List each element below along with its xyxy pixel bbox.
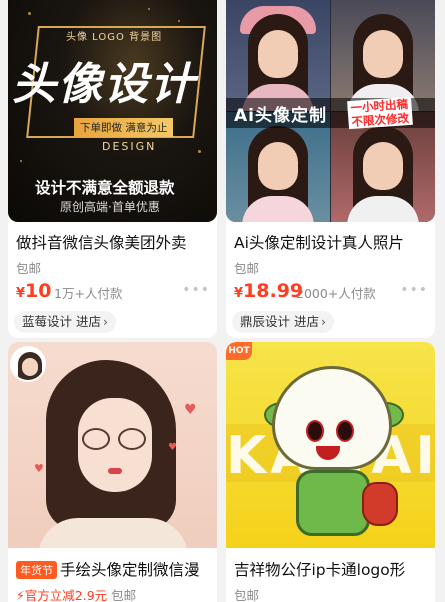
product-title[interactable]: 做抖音微信头像美团外卖: [16, 231, 216, 253]
promo-tag: 年货节: [16, 561, 57, 579]
image-badge: 下单即做 满意为止: [74, 118, 174, 137]
product-title[interactable]: Ai头像定制设计真人照片: [234, 231, 434, 253]
shop-link[interactable]: 蓝莓设计 进店 ›: [14, 311, 116, 333]
product-title[interactable]: 吉祥物公仔ip卡通logo形: [234, 558, 434, 580]
product-card[interactable]: KAWAIG HOT 吉祥物公仔ip卡通logo形 包邮: [226, 342, 435, 602]
product-image[interactable]: Ai头像定制 一小时出稿 不限次修改: [226, 0, 435, 222]
product-image[interactable]: 头像 LOGO 背景图 头像设计 下单即做 满意为止 DESIGN 设计不满意全…: [8, 0, 217, 222]
discount-line: ⚡官方立减2.9元 包邮: [16, 588, 137, 602]
more-dots-icon[interactable]: •••: [182, 282, 210, 298]
image-design-word: DESIGN: [102, 140, 157, 153]
product-image[interactable]: ♥ ♥ ♥: [8, 342, 217, 548]
product-title[interactable]: 手绘头像定制微信漫: [60, 558, 216, 580]
hot-badge: HOT: [226, 342, 252, 360]
image-subtagline: 原创高端·首单优惠: [60, 200, 160, 214]
price-row: ¥18.99 2000+人付款 •••: [234, 280, 434, 302]
product-card[interactable]: ♥ ♥ ♥ 年货节 手绘头像定制微信漫 ⚡官方立减2.9元 包邮: [8, 342, 217, 602]
sold-count: 2000+人付款: [296, 286, 376, 301]
shop-link[interactable]: 鼎辰设计 进店 ›: [232, 311, 334, 333]
image-tagline: 设计不满意全额退款: [35, 179, 175, 197]
shipping-label: 包邮: [234, 261, 260, 276]
product-card[interactable]: Ai头像定制 一小时出稿 不限次修改 Ai头像定制设计真人照片 包邮 ¥18.99…: [226, 0, 435, 338]
image-note: 一小时出稿 不限次修改: [347, 96, 413, 130]
image-caption: 头像 LOGO 背景图: [66, 32, 163, 43]
image-headline: Ai头像定制: [234, 106, 327, 126]
chevron-right-icon: ›: [102, 314, 108, 329]
price: ¥18.99: [234, 280, 304, 302]
sold-count: 1万+人付款: [54, 286, 123, 301]
avatar: [10, 346, 46, 382]
product-image[interactable]: KAWAIG HOT: [226, 342, 435, 548]
shipping-label: 包邮: [16, 261, 42, 276]
more-dots-icon[interactable]: •••: [400, 282, 428, 298]
price-row: ¥10 1万+人付款 •••: [16, 280, 216, 302]
price: ¥10: [16, 280, 52, 302]
chevron-right-icon: ›: [320, 314, 326, 329]
product-card[interactable]: 头像 LOGO 背景图 头像设计 下单即做 满意为止 DESIGN 设计不满意全…: [8, 0, 217, 338]
image-headline: 头像设计: [12, 59, 196, 110]
shipping-label: 包邮: [234, 588, 260, 602]
